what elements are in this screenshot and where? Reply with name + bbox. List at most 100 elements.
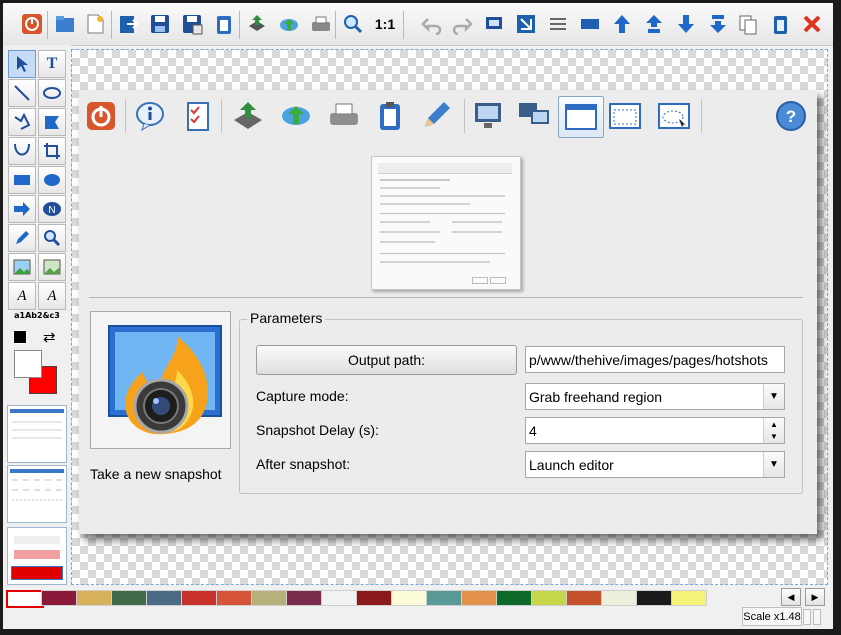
palette-swatch[interactable] [426, 590, 462, 606]
palette-next-icon[interactable]: ▶ [805, 588, 825, 606]
cloud-upload-icon[interactable] [277, 12, 301, 36]
captured-snapshot[interactable]: ? Take a new snapshot Parameters Output … [79, 90, 817, 534]
palette-swatch[interactable] [321, 590, 357, 606]
undo-icon[interactable] [420, 12, 444, 36]
bring-to-front-icon[interactable] [610, 12, 634, 36]
spin-down-icon[interactable]: ▼ [764, 430, 784, 442]
redo-icon[interactable] [450, 12, 474, 36]
chevron-down-icon[interactable]: ▼ [763, 384, 784, 409]
ellipse-outline-tool-icon[interactable] [38, 79, 66, 107]
rectangle-icon[interactable] [578, 12, 602, 36]
align-icon[interactable] [546, 12, 570, 36]
exit-icon[interactable] [82, 97, 120, 135]
capture-mode-select[interactable]: Grab freehand region ▼ [525, 383, 785, 410]
print-icon[interactable] [325, 97, 363, 135]
upload-icon[interactable] [245, 12, 269, 36]
text-frame-tool-icon[interactable]: A [8, 282, 36, 310]
output-path-field[interactable]: p/www/thehive/images/pages/hotshots [525, 346, 785, 373]
crop-icon[interactable] [514, 12, 538, 36]
foreground-color-swatch[interactable] [14, 350, 42, 378]
palette-swatch[interactable] [146, 590, 182, 606]
spin-up-icon[interactable]: ▲ [764, 418, 784, 430]
freehand-region-icon[interactable] [655, 97, 693, 135]
curve-tool-icon[interactable] [8, 137, 36, 165]
color-palette [3, 586, 833, 608]
export-icon[interactable] [116, 12, 140, 36]
palette-swatch[interactable] [671, 590, 707, 606]
output-path-button[interactable]: Output path: [256, 345, 517, 375]
take-snapshot-button[interactable] [90, 311, 231, 449]
region-icon[interactable] [606, 97, 644, 135]
exit-icon[interactable] [20, 12, 44, 36]
polyline-tool-icon[interactable] [8, 108, 36, 136]
send-to-back-icon[interactable] [706, 12, 730, 36]
palette-swatch[interactable] [636, 590, 672, 606]
palette-swatch[interactable] [111, 590, 147, 606]
select-tool-icon[interactable] [8, 50, 36, 78]
window-icon[interactable] [558, 96, 604, 138]
palette-swatch[interactable] [286, 590, 322, 606]
cloud-upload-icon[interactable] [277, 97, 315, 135]
image-tool-icon[interactable] [8, 253, 36, 281]
copy-icon[interactable] [736, 12, 760, 36]
move-down-icon[interactable] [674, 12, 698, 36]
text-tool-icon[interactable]: T [38, 50, 66, 78]
palette-swatch[interactable] [356, 590, 392, 606]
upload-icon[interactable] [229, 97, 267, 135]
pencil-icon[interactable] [417, 97, 455, 135]
palette-swatch[interactable] [181, 590, 217, 606]
spin-buttons[interactable]: ▲ ▼ [763, 418, 784, 443]
paste-icon[interactable] [768, 12, 792, 36]
magnifier-tool-icon[interactable] [38, 224, 66, 252]
line-style-dashed[interactable] [7, 465, 67, 523]
info-icon[interactable] [131, 97, 169, 135]
palette-swatch[interactable] [251, 590, 287, 606]
save-as-icon[interactable] [180, 12, 204, 36]
after-snapshot-select[interactable]: Launch editor ▼ [525, 451, 785, 478]
close-icon[interactable] [800, 12, 824, 36]
default-colors-icon[interactable] [13, 330, 27, 344]
save-icon[interactable] [148, 12, 172, 36]
checklist-icon[interactable] [179, 97, 217, 135]
polygon-tool-icon[interactable] [38, 108, 66, 136]
open-icon[interactable] [53, 12, 77, 36]
palette-swatch[interactable] [601, 590, 637, 606]
capture-icon[interactable] [482, 12, 506, 36]
ellipse-tool-icon[interactable] [38, 166, 66, 194]
move-up-icon[interactable] [642, 12, 666, 36]
palette-swatch[interactable] [566, 590, 602, 606]
font-sample[interactable]: a1Ab2&c3 [7, 311, 67, 320]
palette-swatch[interactable] [6, 590, 44, 608]
highlighter-tool-icon[interactable] [8, 224, 36, 252]
blur-image-tool-icon[interactable] [38, 253, 66, 281]
arrow-tool-icon[interactable] [8, 195, 36, 223]
palette-prev-icon[interactable]: ◀ [781, 588, 801, 606]
zoom-icon[interactable] [341, 12, 365, 36]
delay-spinbox[interactable]: 4 ▲ ▼ [525, 417, 785, 444]
chevron-down-icon[interactable]: ▼ [763, 452, 784, 477]
text-outline-tool-icon[interactable]: A [38, 282, 66, 310]
crop-tool-icon[interactable] [38, 137, 66, 165]
line-style-solid[interactable] [7, 405, 67, 463]
help-icon[interactable]: ? [772, 97, 810, 135]
palette-swatch[interactable] [41, 590, 77, 606]
clipboard-icon[interactable] [371, 97, 409, 135]
palette-swatch[interactable] [76, 590, 112, 606]
monitor-icon[interactable] [469, 97, 507, 135]
actual-size-icon[interactable]: 1:1 [373, 12, 397, 36]
swap-colors-icon[interactable]: ⇄ [43, 328, 56, 346]
palette-swatch[interactable] [461, 590, 497, 606]
line-tool-icon[interactable] [8, 79, 36, 107]
rectangle-tool-icon[interactable] [8, 166, 36, 194]
new-icon[interactable] [83, 12, 107, 36]
palette-swatch[interactable] [391, 590, 427, 606]
delay-value: 4 [529, 422, 537, 439]
clipboard-icon[interactable] [212, 12, 236, 36]
palette-swatch[interactable] [531, 590, 567, 606]
palette-swatch[interactable] [216, 590, 252, 606]
palette-swatch[interactable] [496, 590, 532, 606]
line-width-selector[interactable] [7, 527, 67, 585]
dual-monitor-icon[interactable] [515, 97, 553, 135]
numbering-tool-icon[interactable]: N [38, 195, 66, 223]
print-icon[interactable] [309, 12, 333, 36]
